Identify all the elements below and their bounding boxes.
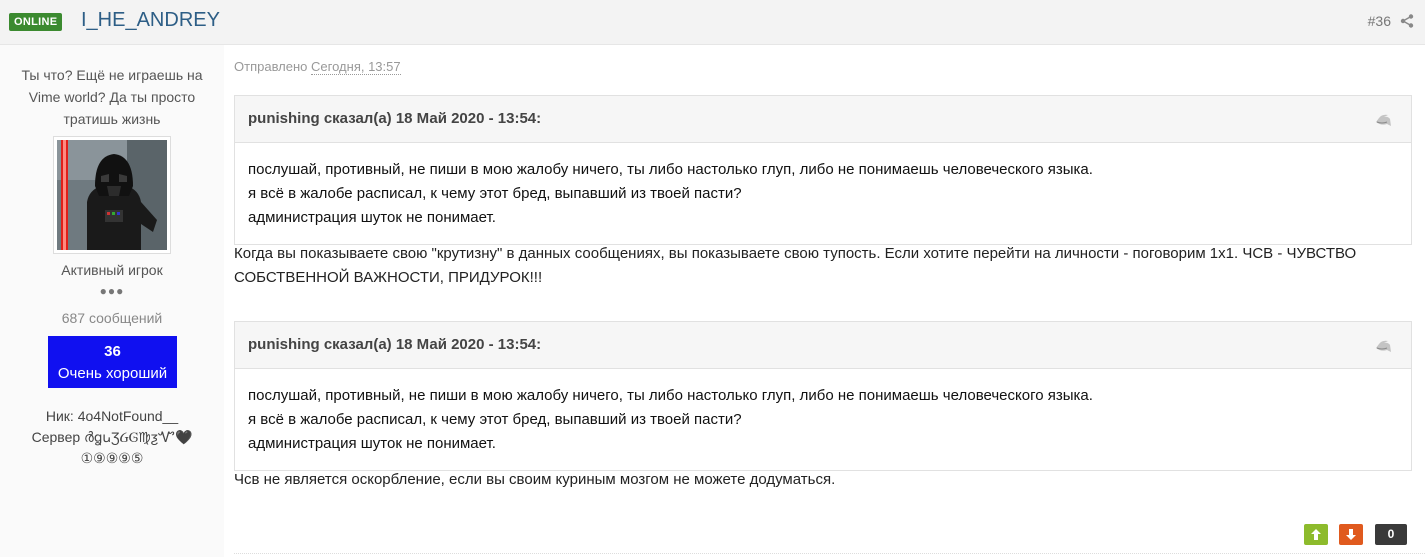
view-quoted-post-icon[interactable] (1375, 339, 1393, 358)
quote-body: послушай, противный, не пиши в мою жалоб… (235, 143, 1411, 244)
quote-body: послушай, противный, не пиши в мою жалоб… (235, 369, 1411, 470)
quote-citation: punishing сказал(а) 18 Май 2020 - 13:54: (235, 96, 1411, 143)
author-sidebar: Ты что? Ещё не играешь на Vime world? Да… (0, 45, 224, 557)
post-reputation-count: 0 (1375, 524, 1407, 545)
vote-down-button[interactable] (1339, 524, 1363, 545)
field-server-line2: ①⑨⑨⑨⑤ (80, 450, 144, 466)
member-group: Активный игрок (61, 262, 163, 278)
rank-pips: ●●● (99, 284, 125, 298)
quote-line: послушай, противный, не пиши в мою жалоб… (248, 387, 1093, 404)
quote-line: администрация шуток не понимает. (248, 209, 496, 226)
post-number-link[interactable]: #36 (1368, 13, 1391, 29)
custom-profile-fields: Ник: 4o4NotFound__ Сервер ർꬶꭎƷᏵᎶ♍ƺᏉ🖤 ①⑨⑨… (10, 406, 214, 469)
quote-block: punishing сказал(а) 18 Май 2020 - 13:54:… (234, 321, 1412, 471)
quote-line: послушай, противный, не пиши в мою жалоб… (248, 161, 1093, 178)
posted-prefix: Отправлено (234, 59, 308, 74)
quote-citation-text: punishing сказал(а) 18 Май 2020 - 13:54: (248, 110, 542, 127)
post-header: ONLINE I_HE_ANDREY #36 (0, 0, 1425, 45)
field-server: Сервер ർꬶꭎƷᏵᎶ♍ƺᏉ🖤 (31, 429, 193, 445)
member-custom-title: Ты что? Ещё не играешь на Vime world? Да… (21, 67, 203, 127)
post-divider (234, 553, 1425, 554)
reply-text: Чсв не является оскорбление, если вы сво… (234, 471, 836, 488)
posted-time: Отправлено Сегодня, 13:57 (234, 59, 401, 75)
field-nick: Ник: 4o4NotFound__ (45, 408, 179, 424)
avatar[interactable] (53, 136, 171, 254)
view-quoted-post-icon[interactable] (1375, 113, 1393, 132)
author-name-link[interactable]: I_HE_ANDREY (81, 9, 220, 32)
share-icon[interactable] (1400, 14, 1414, 33)
quote-block: punishing сказал(а) 18 Май 2020 - 13:54:… (234, 95, 1412, 245)
quote-line: я всё в жалобе расписал, к чему этот бре… (248, 411, 742, 428)
vote-up-button[interactable] (1304, 524, 1328, 545)
reply-text: Когда вы показываете свою "крутизну" в д… (234, 245, 1357, 286)
arrow-down-icon (1346, 529, 1356, 540)
avatar-image (57, 140, 167, 250)
quote-citation-text: punishing сказал(а) 18 Май 2020 - 13:54: (248, 336, 542, 353)
post-count: 687 сообщений (61, 310, 163, 326)
posted-date: Сегодня, 13:57 (311, 59, 401, 75)
reputation-label: Очень хороший (57, 365, 168, 382)
arrow-up-icon (1311, 529, 1321, 540)
quote-line: я всё в жалобе расписал, к чему этот бре… (248, 185, 742, 202)
quote-line: администрация шуток не понимает. (248, 435, 496, 452)
online-badge: ONLINE (9, 13, 63, 31)
reputation-value: 36 (104, 343, 121, 360)
reputation-badge[interactable]: 36 Очень хороший (48, 336, 177, 388)
quote-citation: punishing сказал(а) 18 Май 2020 - 13:54: (235, 322, 1411, 369)
